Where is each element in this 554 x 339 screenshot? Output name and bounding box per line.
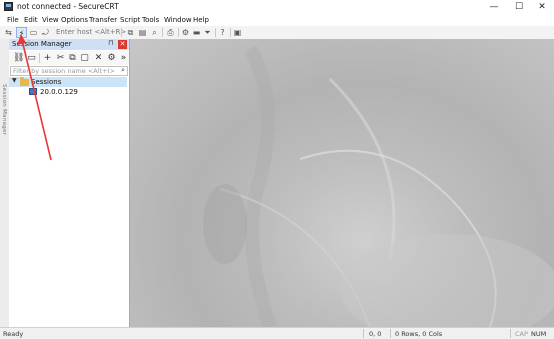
terminal-area[interactable] xyxy=(130,39,554,327)
toolbar-separator xyxy=(162,28,163,37)
toolbar-separator xyxy=(39,53,40,63)
filter-icon[interactable]: ⏷ xyxy=(202,27,213,38)
session-manager-title: Session Manager xyxy=(12,40,72,48)
delete-icon[interactable]: ✕ xyxy=(93,52,104,64)
menu-help[interactable]: Help xyxy=(193,16,209,24)
menu-bar: File Edit View Options Transfer Script T… xyxy=(0,14,554,26)
num-lock-indicator: NUM xyxy=(531,330,547,338)
toolbar-separator xyxy=(215,28,216,37)
session-filter-input[interactable]: Filter by session name <Alt+I> ⌕ xyxy=(10,66,128,76)
menu-tools[interactable]: Tools xyxy=(142,16,159,24)
terminal-size: 0 Rows, 0 Cols xyxy=(395,330,443,338)
cursor-position: 0, 0 xyxy=(369,330,382,338)
minimize-button[interactable]: — xyxy=(482,0,506,14)
help-icon[interactable]: ? xyxy=(217,27,228,38)
new-tab-icon[interactable]: ▭ xyxy=(26,52,37,64)
cut-icon[interactable]: ✂ xyxy=(55,52,66,64)
toolbar-separator xyxy=(178,28,179,37)
status-divider xyxy=(390,329,391,338)
session-manager-header: Session Manager ⊓ ✕ xyxy=(9,39,129,50)
settings-icon[interactable]: ⚙ xyxy=(180,27,191,38)
status-divider xyxy=(510,329,511,338)
tree-item-sessions[interactable]: ▼ Sessions xyxy=(9,77,127,87)
connect-icon[interactable]: ⇆ xyxy=(3,27,14,38)
tree-label-session: 20.0.0.129 xyxy=(40,88,78,96)
print-icon[interactable]: ⎙ xyxy=(165,27,176,38)
status-text: Ready xyxy=(3,330,24,338)
properties-icon[interactable]: ⚙ xyxy=(106,52,117,64)
paste-icon[interactable]: ▤ xyxy=(137,27,148,38)
panel-close-button[interactable]: ✕ xyxy=(118,40,127,49)
tree-item-session[interactable]: 20.0.0.129 xyxy=(9,87,127,97)
menu-transfer[interactable]: Transfer xyxy=(89,16,117,24)
status-divider xyxy=(363,329,364,338)
menu-script[interactable]: Script xyxy=(120,16,140,24)
menu-file[interactable]: File xyxy=(7,16,19,24)
copy-icon[interactable]: ⧉ xyxy=(125,27,136,38)
toolbar-separator xyxy=(230,28,231,37)
menu-edit[interactable]: Edit xyxy=(24,16,38,24)
title-bar: not connected - SecureCRT — ☐ ✕ xyxy=(0,0,554,14)
filter-placeholder: Filter by session name <Alt+I> xyxy=(13,67,115,75)
session-icon xyxy=(29,88,37,95)
tree-label-sessions: Sessions xyxy=(31,78,62,86)
copy-session-icon[interactable]: ⧉ xyxy=(67,52,78,64)
search-icon[interactable]: ⌕ xyxy=(121,66,125,75)
session-manager-panel: Session Manager ⊓ ✕ ⛓ ▭ + ✂ ⧉ ▢ ✕ ⚙ » Fi… xyxy=(9,39,130,327)
host-input[interactable]: Enter host <Alt+R> xyxy=(56,28,126,36)
expand-toggle-icon[interactable]: ▼ xyxy=(12,77,17,84)
connect-tab-icon[interactable]: ▭ xyxy=(28,27,39,38)
session-manager-tab-label[interactable]: Session Manager xyxy=(1,84,7,135)
keymap-icon[interactable]: ▬ xyxy=(191,27,202,38)
toolbar-separator xyxy=(121,28,122,37)
menu-view[interactable]: View xyxy=(42,16,59,24)
close-button[interactable]: ✕ xyxy=(530,0,554,14)
caps-lock-indicator: CAP xyxy=(515,330,528,338)
menu-options[interactable]: Options xyxy=(61,16,88,24)
more-icon[interactable]: » xyxy=(118,52,129,64)
link-icon[interactable]: ⛓ xyxy=(13,52,24,64)
window-title: not connected - SecureCRT xyxy=(17,2,119,11)
add-icon[interactable]: + xyxy=(42,52,53,64)
maximize-button[interactable]: ☐ xyxy=(507,0,531,14)
background-wallpaper xyxy=(203,45,554,327)
session-manager-toolbar: ⛓ ▭ + ✂ ⧉ ▢ ✕ ⚙ » xyxy=(9,51,129,65)
quick-connect-icon[interactable]: ⚡ xyxy=(16,27,27,38)
find-icon[interactable]: ⌕ xyxy=(149,27,160,38)
main-toolbar: ⇆ ⚡ ▭ ⤾ Enter host <Alt+R> ⧉ ▤ ⌕ ⎙ ⚙ ▬ ⏷… xyxy=(0,26,554,40)
status-bar: Ready 0, 0 0 Rows, 0 Cols CAP NUM xyxy=(0,327,554,339)
menu-window[interactable]: Window xyxy=(164,16,192,24)
about-icon[interactable]: ▣ xyxy=(232,27,243,38)
folder-icon xyxy=(20,77,29,86)
securecrt-app-icon xyxy=(4,2,13,11)
reconnect-icon[interactable]: ⤾ xyxy=(40,27,51,38)
pin-icon[interactable]: ⊓ xyxy=(108,39,113,47)
paste-session-icon[interactable]: ▢ xyxy=(79,52,90,64)
